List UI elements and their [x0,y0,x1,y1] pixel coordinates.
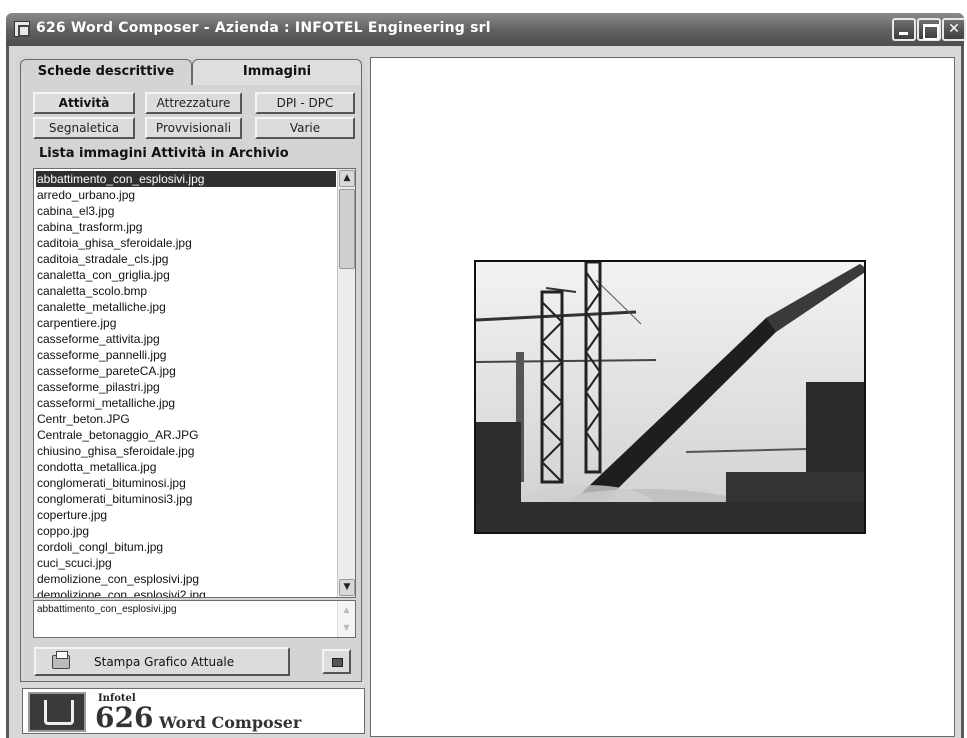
list-item[interactable]: conglomerati_bituminosi.jpg [36,475,336,491]
list-item[interactable]: abbattimento_con_esplosivi.jpg [36,171,336,187]
list-item[interactable]: condotta_metallica.jpg [36,459,336,475]
print-button-label: Stampa Grafico Attuale [94,655,235,669]
list-item[interactable]: casseforme_pannelli.jpg [36,347,336,363]
list-item[interactable]: carpentiere.jpg [36,315,336,331]
list-item[interactable]: cabina_trasform.jpg [36,219,336,235]
demolition-photo [474,260,866,534]
list-item[interactable]: canalette_metalliche.jpg [36,299,336,315]
hands-logo-icon [28,692,86,732]
scroll-down-arrow-icon[interactable]: ▼ [338,619,355,637]
small-tool-button[interactable] [322,649,351,674]
attrezzature-button[interactable]: Attrezzature [145,92,242,114]
list-item[interactable]: demolizione_con_esplosivi.jpg [36,571,336,587]
scroll-up-arrow-icon[interactable]: ▲ [338,601,355,619]
selected-filename-field[interactable]: abbattimento_con_esplosivi.jpg ▲ ▼ [33,600,356,638]
list-item[interactable]: coppo.jpg [36,523,336,539]
photo-illustration [476,262,864,532]
print-current-graphic-button[interactable]: Stampa Grafico Attuale [34,647,290,676]
list-item[interactable]: caditoia_stradale_cls.jpg [36,251,336,267]
title-bar-background: 626 Word Composer - Azienda : INFOTEL En… [6,13,966,46]
infotel-logo: Infotel 626 Word Composer [22,688,365,734]
list-item[interactable]: casseforme_attivita.jpg [36,331,336,347]
list-item[interactable]: canaletta_scolo.bmp [36,283,336,299]
list-item[interactable]: canaletta_con_griglia.jpg [36,267,336,283]
list-item[interactable]: cordoli_congl_bitum.jpg [36,539,336,555]
list-item[interactable]: casseforme_pilastri.jpg [36,379,336,395]
tab-schede-descrittive[interactable]: Schede descrittive [20,59,192,85]
list-item[interactable]: casseformi_metalliche.jpg [36,395,336,411]
minimize-button[interactable] [892,18,916,41]
list-item[interactable]: chiusino_ghisa_sferoidale.jpg [36,443,336,459]
list-item[interactable]: conglomerati_bituminosi3.jpg [36,491,336,507]
list-item[interactable]: caditoia_ghisa_sferoidale.jpg [36,235,336,251]
list-item[interactable]: arredo_urbano.jpg [36,187,336,203]
selected-filename-text: abbattimento_con_esplosivi.jpg [37,604,177,615]
tab-immagini[interactable]: Immagini [192,59,362,85]
logo-product-text: Word Composer [159,713,302,732]
list-item[interactable]: coperture.jpg [36,507,336,523]
segnaletica-button[interactable]: Segnaletica [33,117,135,139]
attivita-button[interactable]: Attività [33,92,135,114]
filename-scrollbar[interactable]: ▲ ▼ [337,601,355,637]
logo-number-text: 626 [95,701,154,734]
maximize-button[interactable] [917,18,941,41]
provvisionali-button[interactable]: Provvisionali [145,117,242,139]
scroll-up-button[interactable]: ▲ [339,170,355,187]
list-item[interactable]: cuci_scuci.jpg [36,555,336,571]
scroll-thumb[interactable] [339,189,355,269]
list-item[interactable]: cabina_el3.jpg [36,203,336,219]
close-button[interactable]: ✕ [942,18,966,41]
printer-icon [52,651,70,669]
title-bar: 626 Word Composer - Azienda : INFOTEL En… [0,0,967,46]
list-item[interactable]: casseforme_pareteCA.jpg [36,363,336,379]
list-title: Lista immagini Attività in Archivio [39,146,289,161]
list-item[interactable]: Centrale_betonaggio_AR.JPG [36,427,336,443]
dpi-dpc-button[interactable]: DPI - DPC [255,92,355,114]
list-item[interactable]: demolizione_con_esplosivi2.jpg [36,587,336,597]
window-title: 626 Word Composer - Azienda : INFOTEL En… [36,20,491,36]
scroll-down-button[interactable]: ▼ [339,579,355,596]
varie-button[interactable]: Varie [255,117,355,139]
list-scrollbar[interactable]: ▲ ▼ [337,169,355,597]
list-item[interactable]: Centr_beton.JPG [36,411,336,427]
app-icon[interactable] [14,21,30,37]
image-file-list[interactable]: abbattimento_con_esplosivi.jpg arredo_ur… [33,168,356,598]
